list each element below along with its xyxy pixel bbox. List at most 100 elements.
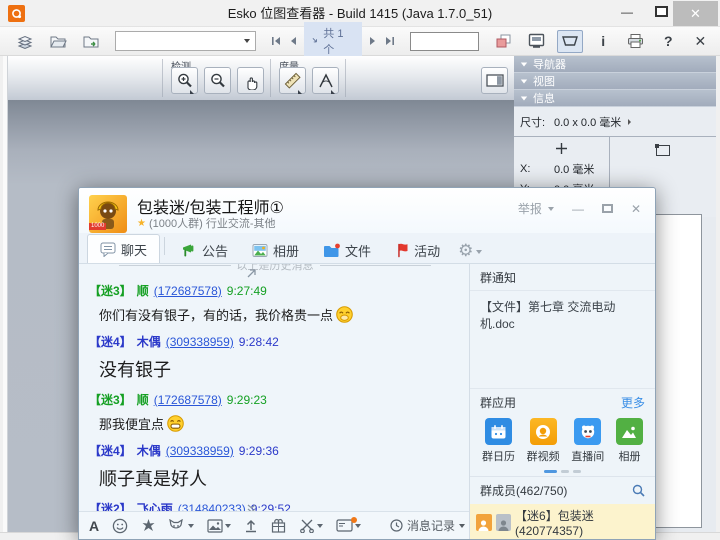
close-button[interactable]: ✕ xyxy=(673,1,718,26)
x-value: 0.0 毫米 xyxy=(554,161,594,177)
app-live-room[interactable]: 直播间 xyxy=(571,418,604,464)
report-button[interactable]: 举报 xyxy=(518,200,554,217)
dropdown-corner xyxy=(298,86,302,94)
toggle-panel-button[interactable] xyxy=(481,67,508,94)
member-name: 顺 xyxy=(137,282,149,299)
message-list: 以上是历史消息 【迷3】顺(172687578)9:27:49 你们有没有银子，… xyxy=(79,264,471,513)
group-members-header: 群成员(462/750) xyxy=(480,482,567,499)
member-uid-link[interactable]: (309338959) xyxy=(166,335,234,349)
info-button[interactable]: i xyxy=(591,30,616,53)
apps-pagination-dots[interactable] xyxy=(470,466,655,476)
app-video[interactable]: 群视频 xyxy=(527,418,560,464)
tab-announcement[interactable]: 公告 xyxy=(169,237,240,263)
next-page-button[interactable] xyxy=(368,36,378,46)
group-avatar[interactable]: 1000 xyxy=(89,195,127,233)
tab-album[interactable]: 相册 xyxy=(240,237,311,263)
message-history-button[interactable]: 消息记录 xyxy=(390,517,465,534)
minimize-button[interactable]: — xyxy=(614,0,640,26)
gift-button[interactable] xyxy=(271,518,286,533)
snicker-emoji xyxy=(336,306,353,323)
zoom-in-tool[interactable] xyxy=(171,67,198,94)
app-calendar[interactable]: 群日历 xyxy=(482,418,515,464)
close-document-button[interactable]: ✕ xyxy=(688,30,713,53)
group-notice-header: 群通知 xyxy=(470,264,655,291)
info-panel-header[interactable]: 信息 xyxy=(514,90,716,107)
help-button[interactable]: ? xyxy=(656,30,681,53)
chat-minimize-button[interactable]: — xyxy=(572,202,584,216)
chat-settings-button[interactable]: ⚙ xyxy=(458,243,482,263)
collapse-sidebar-button[interactable] xyxy=(246,268,257,279)
album-icon xyxy=(616,418,643,445)
member-avatar xyxy=(496,514,512,531)
member-level-badge: 【迷4】 xyxy=(89,442,132,459)
live-room-icon xyxy=(574,418,601,445)
magic-emoticon-button[interactable] xyxy=(169,519,194,533)
page-navigation: 共 1 个 xyxy=(270,22,396,60)
export-button[interactable] xyxy=(78,30,103,53)
chat-maximize-button[interactable] xyxy=(602,204,613,213)
member-level-badge: 【迷3】 xyxy=(89,282,132,299)
tab-files[interactable]: 文件 xyxy=(311,237,383,263)
open-file-button[interactable] xyxy=(45,30,70,53)
tab-chat[interactable]: 聊天 xyxy=(87,234,160,263)
composer-toolbar: A 消息记录 xyxy=(79,511,471,539)
font-style-button[interactable]: A xyxy=(89,518,99,534)
clock-icon xyxy=(390,519,403,532)
send-image-button[interactable] xyxy=(207,519,231,533)
expand-arrow-icon[interactable] xyxy=(627,118,632,126)
print-button[interactable] xyxy=(623,30,648,53)
chat-message: 【迷3】顺(172687578)9:27:49 你们有没有银子，有的话，我价格贵… xyxy=(89,282,461,324)
member-uid-link[interactable]: (172687578) xyxy=(154,393,222,407)
member-name: 木偶 xyxy=(137,442,161,459)
history-divider: 以上是历史消息 xyxy=(119,264,431,273)
upload-file-button[interactable] xyxy=(244,518,258,533)
member-uid-link[interactable]: (172687578) xyxy=(154,284,222,298)
star-icon[interactable]: ★ xyxy=(137,218,146,229)
chat-close-button[interactable]: ✕ xyxy=(631,202,641,216)
first-page-button[interactable] xyxy=(270,36,282,46)
anonymous-card-button[interactable] xyxy=(336,519,361,532)
group-notice-item[interactable]: 【文件】第七章 交流电动机.doc xyxy=(470,291,655,339)
member-uid-link[interactable]: (309338959) xyxy=(166,444,234,458)
layers-button[interactable] xyxy=(12,30,37,53)
speech-bubble-icon xyxy=(100,242,116,257)
navigator-panel-header[interactable]: 导航器 xyxy=(514,56,716,73)
more-apps-link[interactable]: 更多 xyxy=(621,394,645,411)
chevron-down-icon xyxy=(459,524,465,528)
size-label: 尺寸: xyxy=(520,114,548,130)
group-apps-header: 群应用 xyxy=(480,394,516,411)
pan-tool[interactable] xyxy=(237,67,264,94)
crosshair-icon xyxy=(555,142,568,155)
window-shake-button[interactable] xyxy=(141,518,156,533)
display-settings-button[interactable] xyxy=(524,30,549,53)
notification-dot xyxy=(351,517,357,523)
screenshot-button[interactable] xyxy=(299,519,323,533)
ruler-tool[interactable] xyxy=(279,67,306,94)
caliper-tool[interactable] xyxy=(312,67,339,94)
x-label: X: xyxy=(520,163,548,175)
chevron-down-icon xyxy=(521,79,527,83)
chat-tab-bar: 聊天 公告 相册 文件 活动 ⚙ xyxy=(79,233,655,264)
view-panel-header[interactable]: 视图 xyxy=(514,73,716,90)
tab-activity[interactable]: 活动 xyxy=(383,237,452,263)
app-album[interactable]: 相册 xyxy=(616,418,643,464)
previous-page-button[interactable] xyxy=(288,36,298,46)
zoom-out-tool[interactable] xyxy=(204,67,231,94)
member-name: 顺 xyxy=(137,391,149,408)
search-icon[interactable] xyxy=(632,484,645,497)
emoji-button[interactable] xyxy=(112,518,128,534)
member-avatar xyxy=(476,514,492,531)
filter-input[interactable] xyxy=(410,32,480,51)
maximize-button[interactable] xyxy=(655,6,668,17)
compare-colors-button[interactable] xyxy=(491,30,516,53)
last-page-button[interactable] xyxy=(384,36,396,46)
chevron-down-icon xyxy=(476,250,482,254)
viewer-bed-button[interactable] xyxy=(557,30,582,53)
grin-emoji xyxy=(167,415,184,432)
chat-header: 1000 包装迷/包装工程师① ★ (1000人群) 行业交流-其他 举报 — … xyxy=(79,188,655,233)
tools-ribbon: 检测 度量 xyxy=(8,56,514,100)
view-select-combobox[interactable] xyxy=(115,31,256,51)
message-time: 9:29:36 xyxy=(239,444,279,458)
member-list-item[interactable]: 【迷6】包装迷(420774357) xyxy=(470,504,655,540)
member-capacity-badge: 1000 xyxy=(89,223,106,230)
